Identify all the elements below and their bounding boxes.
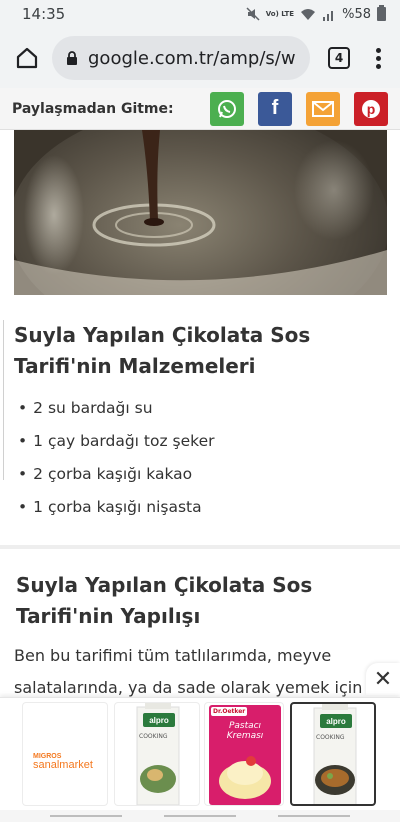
nav-home-indicator[interactable] [164, 815, 236, 817]
section-divider [0, 545, 400, 549]
url-text: google.com.tr/amp/s/w [88, 47, 296, 69]
section-accent-bar [0, 320, 4, 480]
home-button[interactable] [12, 43, 42, 73]
email-share-button[interactable] [306, 91, 340, 126]
address-bar[interactable]: google.com.tr/amp/s/w [52, 36, 310, 80]
whatsapp-icon [218, 99, 236, 118]
menu-dot [375, 63, 381, 69]
ad-product-tile[interactable]: Dr.Oetker Pastacı Kreması [204, 702, 284, 806]
status-bar: 14:35 Vo) LTE %58 [0, 0, 400, 28]
email-icon [312, 100, 334, 117]
product-subtitle: COOKING [139, 733, 168, 740]
pinterest-share-button[interactable]: p [354, 91, 388, 126]
menu-dot [375, 47, 381, 53]
facebook-share-button[interactable]: f [258, 91, 292, 126]
wifi-icon [301, 8, 316, 20]
product-subtitle: COOKING [316, 734, 345, 741]
ingredient-item: 2 su bardağı su [18, 392, 214, 425]
migros-logo: MIGROS sanalmarket [33, 753, 93, 771]
ingredient-item: 1 çorba kaşığı nişasta [18, 491, 214, 524]
share-bar: Paylaşmadan Gitme: f p [0, 88, 400, 130]
tab-switcher-button[interactable]: 4 [328, 47, 350, 69]
ingredients-title: Suyla Yapılan Çikolata Sos Tarifi'nin Ma… [14, 323, 311, 378]
method-title: Suyla Yapılan Çikolata Sos Tarifi'nin Ya… [16, 573, 313, 628]
battery-percent: %58 [342, 6, 371, 22]
pinterest-icon: p [362, 99, 380, 118]
nav-recent-indicator[interactable] [50, 815, 122, 817]
lock-icon [67, 50, 77, 65]
ad-close-button[interactable]: ✕ [366, 663, 400, 695]
ad-product-tile[interactable]: alpro COOKING [114, 702, 200, 806]
ad-banner[interactable]: MIGROS sanalmarket alpro COOKING Dr.Oetk… [0, 697, 400, 810]
svg-text:p: p [367, 101, 376, 117]
battery-icon [377, 5, 386, 21]
ingredient-item: 2 çorba kaşığı kakao [18, 458, 214, 491]
ingredient-item: 1 çay bardağı toz şeker [18, 425, 214, 458]
ingredients-section: Suyla Yapılan Çikolata Sos Tarifi'nin Ma… [0, 300, 400, 545]
menu-dot [375, 55, 381, 61]
article-image [14, 130, 387, 295]
status-time: 14:35 [22, 5, 66, 23]
overflow-menu-button[interactable] [368, 47, 388, 69]
ad-brand-tile[interactable]: MIGROS sanalmarket [22, 702, 108, 806]
network-type: Vo) LTE [265, 9, 295, 18]
mute-icon [246, 7, 260, 21]
facebook-icon: f [271, 97, 279, 119]
product-brand: alpro [320, 714, 352, 728]
method-paragraph: Ben bu tarifimi tüm tatlılarımda, meyve … [14, 646, 363, 697]
brand-line-2: sanalmarket [33, 759, 93, 771]
whatsapp-share-button[interactable] [210, 91, 244, 126]
status-icons: Vo) LTE %58 [246, 5, 386, 22]
chocolate-sauce-photo [14, 130, 387, 295]
signal-icon [323, 10, 334, 21]
browser-toolbar: google.com.tr/amp/s/w 4 [0, 28, 400, 88]
nav-back-indicator[interactable] [278, 815, 350, 817]
close-icon: ✕ [373, 666, 393, 692]
dessert-image [219, 756, 271, 799]
home-icon [16, 47, 38, 69]
share-label: Paylaşmadan Gitme: [12, 100, 174, 117]
product-brand: alpro [143, 713, 175, 727]
system-nav-bar [0, 810, 400, 822]
ad-product-tile[interactable]: alpro COOKING [290, 702, 376, 806]
ingredients-list: 2 su bardağı su 1 çay bardağı toz şeker … [18, 392, 214, 524]
